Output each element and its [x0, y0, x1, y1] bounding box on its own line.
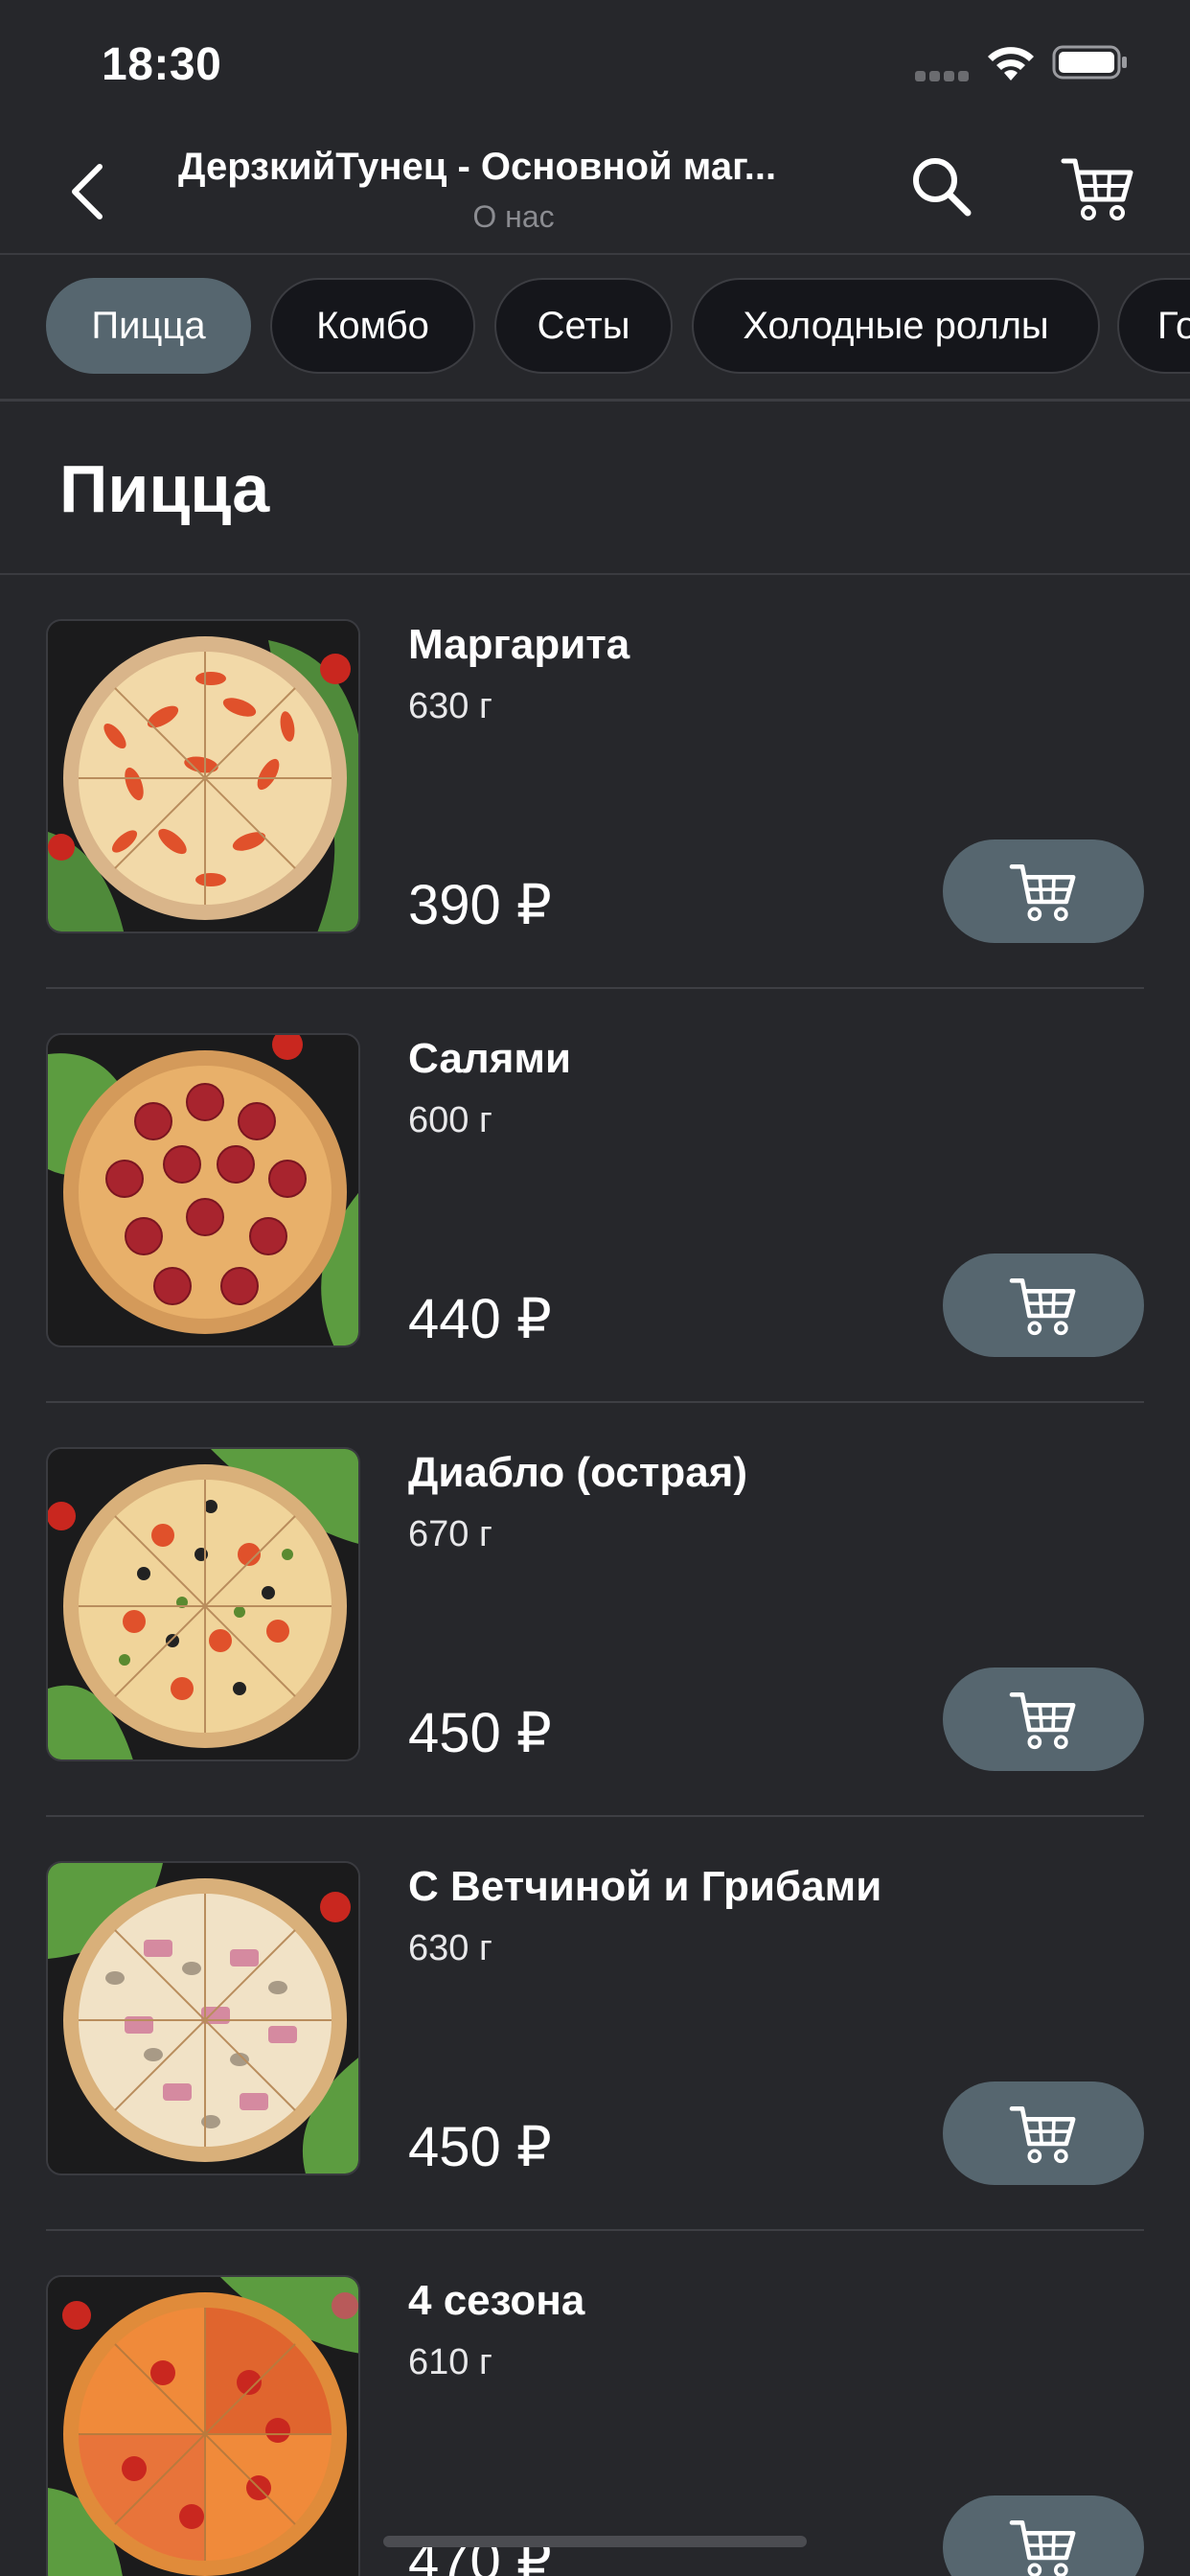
add-to-cart-button[interactable]: [943, 1254, 1144, 1357]
tab-hot[interactable]: Го: [1117, 278, 1190, 374]
cart-button[interactable]: [1060, 153, 1136, 222]
home-indicator[interactable]: [383, 2536, 807, 2547]
product-weight: 630 г: [408, 686, 492, 726]
product-item[interactable]: 4 сезона 610 г 470 ₽: [0, 2231, 1190, 2576]
shopping-cart-icon: [1009, 2520, 1076, 2576]
shopping-cart-icon: [1009, 1692, 1076, 1750]
product-name: Салями: [408, 1035, 572, 1082]
product-price: 390 ₽: [408, 874, 552, 936]
tab-pizza[interactable]: Пицца: [46, 278, 251, 374]
product-weight: 630 г: [408, 1928, 492, 1968]
product-item[interactable]: Салями 600 г 440 ₽: [0, 989, 1190, 1403]
back-button[interactable]: [57, 153, 115, 230]
pizza-ham-mushroom-image: [48, 1863, 358, 2174]
product-item[interactable]: Диабло (острая) 670 г 450 ₽: [0, 1403, 1190, 1817]
pizza-margherita-image: [48, 621, 358, 932]
product-image[interactable]: [46, 1447, 360, 1761]
product-price: 450 ₽: [408, 1702, 552, 1764]
chevron-left-icon: [72, 164, 103, 219]
cellular-signal-icon: [915, 71, 971, 82]
wifi-icon: [988, 47, 1034, 80]
shopping-cart-icon: [1009, 2106, 1076, 2164]
product-image[interactable]: [46, 2275, 360, 2576]
product-name: С Ветчиной и Грибами: [408, 1863, 882, 1910]
add-to-cart-button[interactable]: [943, 1668, 1144, 1771]
product-name: Диабло (острая): [408, 1449, 748, 1496]
product-name: Маргарита: [408, 621, 630, 668]
store-title[interactable]: ДерзкийТунец - Основной маг...: [178, 146, 849, 189]
tab-combo[interactable]: Комбо: [270, 278, 475, 374]
search-icon: [913, 158, 972, 217]
category-tabs: Пицца Комбо Сеты Холодные роллы Го: [0, 255, 1190, 402]
product-item[interactable]: С Ветчиной и Грибами 630 г 450 ₽: [0, 1817, 1190, 2231]
status-time: 18:30: [102, 39, 222, 90]
add-to-cart-button[interactable]: [943, 2496, 1144, 2576]
tab-sets[interactable]: Сеты: [494, 278, 673, 374]
search-button[interactable]: [908, 153, 977, 222]
product-weight: 670 г: [408, 1514, 492, 1554]
product-price: 440 ₽: [408, 1288, 552, 1350]
shopping-cart-icon: [1061, 158, 1133, 220]
product-image[interactable]: [46, 1033, 360, 1347]
section-title: Пицца: [59, 451, 270, 526]
product-item[interactable]: Маргарита 630 г 390 ₽: [0, 575, 1190, 989]
product-weight: 600 г: [408, 1100, 492, 1140]
app-screen: 18:30 ДерзкийТунец - Основной маг... О н…: [0, 0, 1190, 2576]
product-weight: 610 г: [408, 2342, 492, 2382]
product-price: 450 ₽: [408, 2116, 552, 2178]
product-image[interactable]: [46, 619, 360, 933]
add-to-cart-button[interactable]: [943, 2082, 1144, 2185]
status-bar: 18:30: [0, 0, 1190, 125]
tab-cold-rolls[interactable]: Холодные роллы: [692, 278, 1100, 374]
about-link[interactable]: О нас: [178, 199, 849, 235]
battery-icon: [1052, 45, 1127, 80]
pizza-four-seasons-image: [48, 2277, 358, 2576]
shopping-cart-icon: [1009, 864, 1076, 922]
add-to-cart-button[interactable]: [943, 840, 1144, 943]
pizza-salami-image: [48, 1035, 358, 1346]
product-name: 4 сезона: [408, 2277, 585, 2324]
product-image[interactable]: [46, 1861, 360, 2175]
navigation-bar: ДерзкийТунец - Основной маг... О нас: [0, 125, 1190, 255]
pizza-diablo-image: [48, 1449, 358, 1760]
shopping-cart-icon: [1009, 1278, 1076, 1336]
